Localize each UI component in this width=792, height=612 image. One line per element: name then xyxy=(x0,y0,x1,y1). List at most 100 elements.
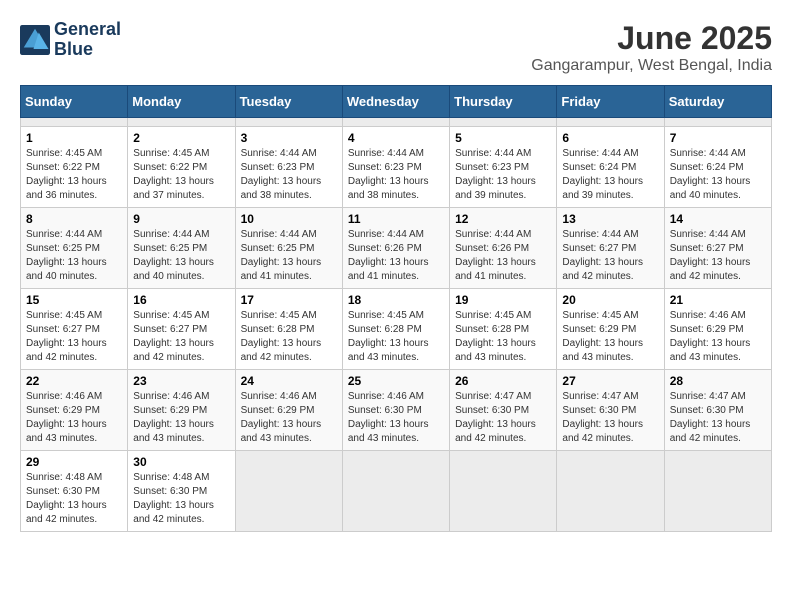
day-header-saturday: Saturday xyxy=(664,86,771,118)
calendar-cell: 13 Sunrise: 4:44 AMSunset: 6:27 PMDayligh… xyxy=(557,208,664,289)
day-info: Sunrise: 4:47 AMSunset: 6:30 PMDaylight:… xyxy=(562,390,658,446)
location-title: Gangarampur, West Bengal, India xyxy=(531,57,772,75)
day-info: Sunrise: 4:45 AMSunset: 6:27 PMDaylight:… xyxy=(133,309,229,365)
calendar-week-row: 22 Sunrise: 4:46 AMSunset: 6:29 PMDayligh… xyxy=(21,370,772,451)
calendar-cell xyxy=(21,118,128,127)
day-number: 8 xyxy=(26,212,122,226)
calendar-cell: 7 Sunrise: 4:44 AMSunset: 6:24 PMDaylight… xyxy=(664,127,771,208)
calendar-cell: 9Sunrise: 4:44 AMSunset: 6:25 PMDaylight… xyxy=(128,208,235,289)
day-info: Sunrise: 4:45 AMSunset: 6:28 PMDaylight:… xyxy=(455,309,551,365)
day-number: 20 xyxy=(562,293,658,307)
day-info: Sunrise: 4:48 AMSunset: 6:30 PMDaylight:… xyxy=(133,471,229,527)
day-info: Sunrise: 4:45 AMSunset: 6:22 PMDaylight:… xyxy=(26,147,122,203)
calendar-week-row: 29 Sunrise: 4:48 AMSunset: 6:30 PMDayligh… xyxy=(21,451,772,532)
day-info: Sunrise: 4:47 AMSunset: 6:30 PMDaylight:… xyxy=(455,390,551,446)
day-number: 15 xyxy=(26,293,122,307)
day-info: Sunrise: 4:44 AMSunset: 6:24 PMDaylight:… xyxy=(670,147,766,203)
calendar-cell: 21Sunrise: 4:46 AMSunset: 6:29 PMDayligh… xyxy=(664,289,771,370)
day-info: Sunrise: 4:46 AMSunset: 6:30 PMDaylight:… xyxy=(348,390,444,446)
day-number: 9 xyxy=(133,212,229,226)
day-info: Sunrise: 4:46 AMSunset: 6:29 PMDaylight:… xyxy=(241,390,337,446)
day-info: Sunrise: 4:44 AMSunset: 6:26 PMDaylight:… xyxy=(348,228,444,284)
day-number: 2 xyxy=(133,131,229,145)
day-number: 28 xyxy=(670,374,766,388)
calendar-cell: 22 Sunrise: 4:46 AMSunset: 6:29 PMDayligh… xyxy=(21,370,128,451)
calendar-cell: 17 Sunrise: 4:45 AMSunset: 6:28 PMDayligh… xyxy=(235,289,342,370)
calendar-cell xyxy=(557,451,664,532)
day-number: 21 xyxy=(670,293,766,307)
title-area: June 2025 Gangarampur, West Bengal, Indi… xyxy=(531,20,772,75)
calendar-cell: 5 Sunrise: 4:44 AMSunset: 6:23 PMDaylight… xyxy=(450,127,557,208)
day-info: Sunrise: 4:46 AMSunset: 6:29 PMDaylight:… xyxy=(26,390,122,446)
day-number: 10 xyxy=(241,212,337,226)
day-header-sunday: Sunday xyxy=(21,86,128,118)
page-header: General Blue June 2025 Gangarampur, West… xyxy=(20,20,772,75)
day-info: Sunrise: 4:44 AMSunset: 6:26 PMDaylight:… xyxy=(455,228,551,284)
calendar-cell: 14 Sunrise: 4:44 AMSunset: 6:27 PMDayligh… xyxy=(664,208,771,289)
month-title: June 2025 xyxy=(531,20,772,57)
calendar-cell xyxy=(342,118,449,127)
calendar-cell xyxy=(664,118,771,127)
day-header-monday: Monday xyxy=(128,86,235,118)
day-number: 1 xyxy=(26,131,122,145)
day-number: 25 xyxy=(348,374,444,388)
day-info: Sunrise: 4:44 AMSunset: 6:23 PMDaylight:… xyxy=(348,147,444,203)
day-info: Sunrise: 4:45 AMSunset: 6:29 PMDaylight:… xyxy=(562,309,658,365)
calendar-cell: 27 Sunrise: 4:47 AMSunset: 6:30 PMDayligh… xyxy=(557,370,664,451)
day-number: 19 xyxy=(455,293,551,307)
calendar-cell: 23 Sunrise: 4:46 AMSunset: 6:29 PMDayligh… xyxy=(128,370,235,451)
calendar-cell: 28 Sunrise: 4:47 AMSunset: 6:30 PMDayligh… xyxy=(664,370,771,451)
calendar-week-row xyxy=(21,118,772,127)
logo-text: General Blue xyxy=(54,20,121,60)
day-info: Sunrise: 4:45 AMSunset: 6:28 PMDaylight:… xyxy=(241,309,337,365)
day-number: 18 xyxy=(348,293,444,307)
calendar-cell xyxy=(342,451,449,532)
day-info: Sunrise: 4:45 AMSunset: 6:27 PMDaylight:… xyxy=(26,309,122,365)
calendar-cell xyxy=(235,118,342,127)
calendar-week-row: 15 Sunrise: 4:45 AMSunset: 6:27 PMDayligh… xyxy=(21,289,772,370)
calendar-cell: 4 Sunrise: 4:44 AMSunset: 6:23 PMDaylight… xyxy=(342,127,449,208)
day-number: 30 xyxy=(133,455,229,469)
logo-line1: General xyxy=(54,20,121,40)
day-number: 14 xyxy=(670,212,766,226)
calendar-cell xyxy=(450,118,557,127)
day-number: 5 xyxy=(455,131,551,145)
day-number: 11 xyxy=(348,212,444,226)
day-number: 29 xyxy=(26,455,122,469)
day-info: Sunrise: 4:44 AMSunset: 6:24 PMDaylight:… xyxy=(562,147,658,203)
calendar-cell: 24Sunrise: 4:46 AMSunset: 6:29 PMDayligh… xyxy=(235,370,342,451)
day-info: Sunrise: 4:44 AMSunset: 6:23 PMDaylight:… xyxy=(455,147,551,203)
day-number: 22 xyxy=(26,374,122,388)
calendar-cell xyxy=(128,118,235,127)
day-info: Sunrise: 4:46 AMSunset: 6:29 PMDaylight:… xyxy=(133,390,229,446)
day-number: 27 xyxy=(562,374,658,388)
day-info: Sunrise: 4:44 AMSunset: 6:25 PMDaylight:… xyxy=(26,228,122,284)
day-info: Sunrise: 4:48 AMSunset: 6:30 PMDaylight:… xyxy=(26,471,122,527)
day-number: 6 xyxy=(562,131,658,145)
day-number: 7 xyxy=(670,131,766,145)
day-info: Sunrise: 4:45 AMSunset: 6:22 PMDaylight:… xyxy=(133,147,229,203)
logo-line2: Blue xyxy=(54,40,121,60)
day-number: 4 xyxy=(348,131,444,145)
logo-icon xyxy=(20,25,50,55)
calendar-header-row: SundayMondayTuesdayWednesdayThursdayFrid… xyxy=(21,86,772,118)
calendar-cell: 15 Sunrise: 4:45 AMSunset: 6:27 PMDayligh… xyxy=(21,289,128,370)
calendar-cell: 20 Sunrise: 4:45 AMSunset: 6:29 PMDayligh… xyxy=(557,289,664,370)
calendar-cell xyxy=(235,451,342,532)
day-info: Sunrise: 4:47 AMSunset: 6:30 PMDaylight:… xyxy=(670,390,766,446)
day-header-tuesday: Tuesday xyxy=(235,86,342,118)
calendar-cell: 18 Sunrise: 4:45 AMSunset: 6:28 PMDayligh… xyxy=(342,289,449,370)
day-number: 23 xyxy=(133,374,229,388)
day-info: Sunrise: 4:44 AMSunset: 6:27 PMDaylight:… xyxy=(670,228,766,284)
calendar-week-row: 8 Sunrise: 4:44 AMSunset: 6:25 PMDaylight… xyxy=(21,208,772,289)
day-info: Sunrise: 4:44 AMSunset: 6:27 PMDaylight:… xyxy=(562,228,658,284)
calendar-cell: 11 Sunrise: 4:44 AMSunset: 6:26 PMDayligh… xyxy=(342,208,449,289)
day-number: 12 xyxy=(455,212,551,226)
day-number: 17 xyxy=(241,293,337,307)
day-info: Sunrise: 4:45 AMSunset: 6:28 PMDaylight:… xyxy=(348,309,444,365)
calendar-cell: 1 Sunrise: 4:45 AMSunset: 6:22 PMDaylight… xyxy=(21,127,128,208)
calendar-cell: 6 Sunrise: 4:44 AMSunset: 6:24 PMDaylight… xyxy=(557,127,664,208)
day-header-thursday: Thursday xyxy=(450,86,557,118)
day-number: 3 xyxy=(241,131,337,145)
day-number: 13 xyxy=(562,212,658,226)
